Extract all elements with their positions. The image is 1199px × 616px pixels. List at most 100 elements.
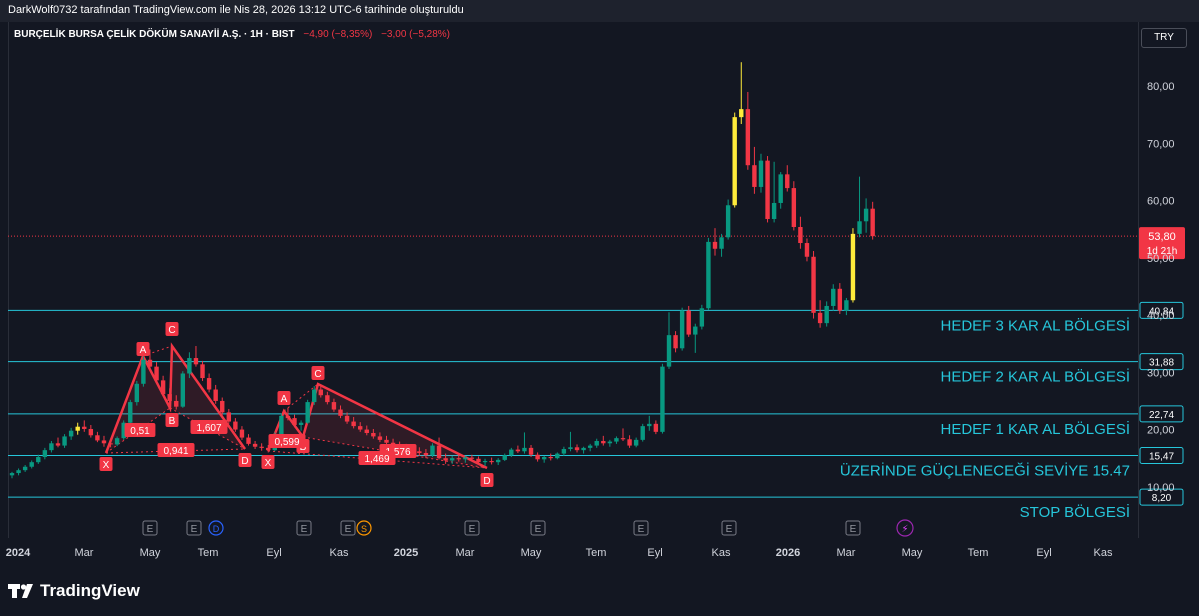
candle-body xyxy=(686,310,691,335)
candle-body xyxy=(633,439,639,446)
harmonic-label-text: 1,607 xyxy=(196,423,221,434)
candle-body xyxy=(522,447,527,452)
candle-body xyxy=(541,457,547,460)
harmonic-label-text: 1,469 xyxy=(364,454,389,465)
candle-body xyxy=(213,389,218,401)
y-tick-label: 40,00 xyxy=(1147,310,1175,322)
y-tick-label: 30,00 xyxy=(1147,367,1175,379)
x-tick-label: Tem xyxy=(968,547,989,559)
candle-body xyxy=(706,241,711,309)
harmonic-label-text: X xyxy=(265,458,272,469)
x-tick-label: Kas xyxy=(330,547,349,559)
candle-body xyxy=(377,436,383,440)
candle-body xyxy=(417,451,422,454)
candle-body xyxy=(647,423,652,427)
plot-left-edge xyxy=(8,22,9,538)
candle-body xyxy=(509,449,514,456)
candle-body xyxy=(252,443,258,447)
x-tick-label: May xyxy=(140,547,161,559)
label-layer: XABCD0,511,6070,941XABCD0,5991,5761,469E… xyxy=(99,322,914,537)
candle-body xyxy=(620,438,626,440)
candle-body xyxy=(679,310,685,349)
x-tick-label: Tem xyxy=(198,547,219,559)
earnings-marker-label: E xyxy=(638,524,645,535)
y-tick-label: 60,00 xyxy=(1147,196,1175,208)
candle-body xyxy=(174,400,179,407)
earnings-marker-label: E xyxy=(147,524,154,535)
y-tick-label: 50,00 xyxy=(1147,253,1175,265)
level-annotation: ÜZERİNDE GÜÇLENECEĞİ SEVİYE 15.47 xyxy=(840,461,1130,479)
candle-body xyxy=(771,202,777,219)
candle-body xyxy=(640,426,645,440)
candle-body xyxy=(561,449,567,454)
candle-body xyxy=(476,458,481,463)
candle-body xyxy=(75,426,80,431)
candle-body xyxy=(134,383,140,403)
candle-body xyxy=(22,466,28,471)
candle-body xyxy=(180,373,186,407)
earnings-marker-label: E xyxy=(301,524,308,535)
candle-body xyxy=(344,415,350,422)
candle-body xyxy=(574,447,580,451)
candle-body xyxy=(82,426,87,429)
x-tick-label: Kas xyxy=(712,547,731,559)
candle-body xyxy=(101,440,107,444)
candle-body xyxy=(791,188,797,228)
harmonic-label-text: 0,599 xyxy=(274,437,299,448)
harmonic-label-text: B xyxy=(169,416,176,427)
y-tick-label: 10,00 xyxy=(1147,482,1175,494)
candle-body xyxy=(423,453,429,456)
candle-body xyxy=(581,447,586,451)
dividend-marker-label: D xyxy=(213,524,220,534)
candle-body xyxy=(745,109,751,166)
candle-body xyxy=(436,445,442,459)
candle-body xyxy=(502,455,507,460)
x-tick-label: 2025 xyxy=(394,547,418,559)
candle-body xyxy=(430,445,435,456)
candle-body xyxy=(568,447,573,450)
candle-body xyxy=(515,449,521,452)
candle-body xyxy=(831,288,836,306)
harmonic-label-text: C xyxy=(314,369,321,380)
x-tick-label: Eyl xyxy=(266,547,281,559)
candle-body xyxy=(128,402,133,423)
candle-body xyxy=(167,394,172,401)
candle-body xyxy=(660,366,665,432)
candle-body xyxy=(699,308,705,327)
candle-body xyxy=(758,160,764,187)
candle-body xyxy=(614,438,619,442)
candle-body xyxy=(364,429,369,433)
candle-body xyxy=(55,443,61,446)
last-price-label: 53,80 xyxy=(1148,231,1176,243)
candle-body xyxy=(200,364,205,379)
candle-body xyxy=(160,380,166,395)
candle-body xyxy=(147,359,153,367)
candle-body xyxy=(114,438,120,445)
level-price-label: 8,20 xyxy=(1152,493,1172,504)
candle-body xyxy=(141,359,146,384)
candle-body xyxy=(449,458,455,461)
candle-body xyxy=(233,421,238,430)
earnings-marker-label: E xyxy=(535,524,542,535)
candle-body xyxy=(42,450,48,458)
x-tick-label: May xyxy=(902,547,923,559)
level-price-label: 22,74 xyxy=(1149,410,1174,421)
harmonic-label-text: 0,51 xyxy=(130,426,150,437)
y-tick-label: 20,00 xyxy=(1147,425,1175,437)
earnings-marker-label: E xyxy=(726,524,733,535)
harmonic-label-text: X xyxy=(103,460,110,471)
price-chart[interactable]: 40,84HEDEF 3 KAR AL BÖLGESİ31,88HEDEF 2 … xyxy=(0,0,1199,568)
candle-body xyxy=(338,409,343,416)
candle-body xyxy=(371,432,376,437)
candle-body xyxy=(627,439,632,446)
candle-body xyxy=(358,426,363,430)
candle-body xyxy=(489,461,494,463)
candle-body xyxy=(607,441,613,444)
candle-body xyxy=(857,221,862,234)
candle-body xyxy=(693,326,698,335)
candle-body xyxy=(108,443,113,445)
footer xyxy=(0,568,1199,616)
candle-body xyxy=(528,447,534,455)
candle-body xyxy=(49,443,54,451)
candle-body xyxy=(331,402,337,410)
